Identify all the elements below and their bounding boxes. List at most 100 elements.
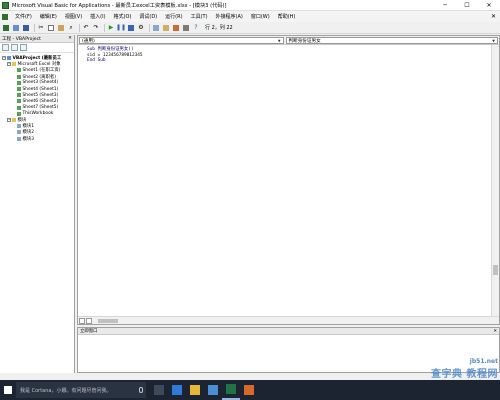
module-icon	[17, 136, 21, 141]
watermark-site: jb51.net	[469, 358, 498, 365]
insert-module-icon[interactable]	[12, 24, 20, 32]
file-explorer-icon[interactable]	[186, 380, 204, 400]
toolbox-icon[interactable]	[182, 24, 190, 32]
cortana-search-box[interactable]: 我是 Cortana，小娜。有问题尽管问我。	[16, 382, 146, 398]
project-explorer-header: 工程 - VBAProject ✕	[0, 35, 74, 43]
edge-icon[interactable]	[168, 380, 186, 400]
module-icon	[17, 130, 21, 135]
view-object-icon[interactable]	[11, 44, 18, 51]
task-view-icon[interactable]	[150, 380, 168, 400]
microphone-icon[interactable]	[139, 387, 143, 393]
folder-icon	[12, 62, 16, 67]
code-window-footer	[78, 316, 499, 324]
project-icon	[7, 56, 11, 61]
minimize-button[interactable]: ─	[434, 0, 456, 11]
title-bar: Microsoft Visual Basic for Applications …	[0, 0, 500, 11]
sheet-icon	[17, 68, 21, 73]
collapse-icon[interactable]: −	[7, 62, 11, 67]
object-dropdown[interactable]: (通用) ▼	[79, 37, 284, 44]
tree-node-label: Microsoft Excel 对象	[17, 62, 61, 68]
sheet-icon	[17, 87, 21, 92]
sheet-icon	[17, 105, 21, 110]
break-icon[interactable]: ❚❚	[116, 24, 126, 32]
cortana-search-placeholder: 我是 Cortana，小娜。有问题尽管问我。	[20, 387, 112, 394]
tree-node[interactable]: 模块3	[2, 135, 74, 142]
code-horizontal-scrollbar[interactable]	[96, 318, 499, 324]
project-explorer-close-button[interactable]: ✕	[68, 36, 72, 41]
menu-insert[interactable]: 插入(I)	[86, 13, 109, 20]
menu-file[interactable]: 文件(F)	[11, 13, 36, 20]
media-icon[interactable]	[240, 380, 258, 400]
close-button[interactable]: ✕	[478, 0, 500, 11]
project-explorer-icon[interactable]	[152, 24, 160, 32]
chevron-down-icon: ▼	[492, 38, 495, 43]
close-code-window-button[interactable]: ✕	[487, 13, 500, 20]
procedure-view-button[interactable]	[79, 317, 85, 324]
run-icon[interactable]: ▶	[107, 24, 115, 32]
view-code-icon[interactable]	[2, 44, 9, 51]
object-browser-icon[interactable]	[172, 24, 180, 32]
store-icon[interactable]	[204, 380, 222, 400]
tree-node-label: Sheet2 (离职者)	[22, 74, 56, 80]
help-icon[interactable]: ?	[192, 24, 200, 32]
design-mode-icon[interactable]: ⚙	[137, 24, 145, 32]
excel-icon[interactable]	[222, 380, 240, 400]
code-editor[interactable]: Sub 判断身份证男女() sid = 123456789012345 End …	[78, 45, 492, 317]
project-explorer-title: 工程 - VBAProject	[2, 36, 41, 42]
code-vertical-scrollbar[interactable]	[491, 45, 499, 317]
undo-icon[interactable]: ↶	[82, 24, 90, 32]
save-icon[interactable]	[22, 24, 30, 32]
cursor-position: 行 2，列 22	[205, 25, 233, 31]
excel-view-icon[interactable]	[2, 13, 8, 20]
view-excel-icon[interactable]	[2, 24, 10, 32]
menu-addins[interactable]: 外接程序(A)	[212, 13, 247, 20]
start-button[interactable]	[0, 380, 16, 400]
window-title: Microsoft Visual Basic for Applications …	[12, 2, 227, 9]
menu-window[interactable]: 窗口(W)	[247, 13, 274, 20]
menu-help[interactable]: 帮助(H)	[274, 13, 300, 20]
immediate-window-title: 立即窗口	[80, 329, 98, 334]
windows-taskbar: 我是 Cortana，小娜。有问题尽管问我。	[0, 380, 500, 400]
tree-node-label: Sheet5 (Sheet3)	[22, 92, 59, 98]
project-tree: − VBAProject (最新员工 − Microsoft Excel 对象 Shee…	[0, 53, 74, 142]
find-icon[interactable]: ⌕	[67, 24, 75, 32]
code-window-combos: (通用) ▼ 判断身份证男女 ▼	[78, 36, 499, 45]
menu-format[interactable]: 格式(O)	[110, 13, 136, 20]
maximize-button[interactable]: ☐	[456, 0, 478, 11]
project-explorer: 工程 - VBAProject ✕ − VBAProject (最新员工 − Micr…	[0, 35, 75, 373]
menu-view[interactable]: 视图(V)	[61, 13, 86, 20]
tree-node-label: Sheet7 (Sheet5)	[22, 105, 59, 111]
collapse-icon[interactable]: −	[2, 56, 6, 61]
immediate-window-close-button[interactable]: ✕	[493, 329, 497, 334]
paste-icon[interactable]	[57, 24, 65, 32]
windows-logo-icon	[4, 386, 12, 394]
collapse-icon[interactable]: −	[7, 117, 11, 122]
immediate-window-header: 立即窗口 ✕	[78, 328, 499, 335]
object-dropdown-value: (通用)	[82, 38, 95, 44]
full-module-view-button[interactable]	[86, 317, 92, 324]
cut-icon[interactable]: ✂	[37, 24, 45, 32]
menu-debug[interactable]: 调试(D)	[135, 13, 161, 20]
redo-icon[interactable]: ↷	[92, 24, 100, 32]
chevron-down-icon: ▼	[277, 38, 281, 43]
menu-run[interactable]: 运行(R)	[161, 13, 186, 20]
code-line: End Sub	[87, 58, 106, 63]
procedure-dropdown-value: 判断身份证男女	[288, 38, 321, 44]
module-icon	[17, 124, 21, 129]
watermark: jb51.net 查字典 教程网 jiaocheng.chazidian.com	[418, 358, 498, 385]
sheet-icon	[17, 74, 21, 79]
menu-bar: 文件(F) 编辑(E) 视图(V) 插入(I) 格式(O) 调试(D) 运行(R…	[0, 11, 500, 22]
procedure-dropdown[interactable]: 判断身份证男女 ▼	[285, 37, 498, 44]
tree-node-label: 模块2	[22, 130, 35, 136]
toggle-folders-icon[interactable]	[20, 44, 27, 51]
reset-icon[interactable]	[127, 24, 135, 32]
properties-icon[interactable]	[162, 24, 170, 32]
folder-icon	[12, 117, 16, 122]
tree-node-label: VBAProject (最新员工	[12, 56, 62, 62]
copy-icon[interactable]	[47, 24, 55, 32]
tree-node-label: 模块1	[22, 124, 35, 130]
menu-tools[interactable]: 工具(T)	[187, 13, 212, 20]
menu-edit[interactable]: 编辑(E)	[36, 13, 61, 20]
sheet-icon	[17, 99, 21, 104]
tree-node-label: 模块3	[22, 136, 35, 142]
